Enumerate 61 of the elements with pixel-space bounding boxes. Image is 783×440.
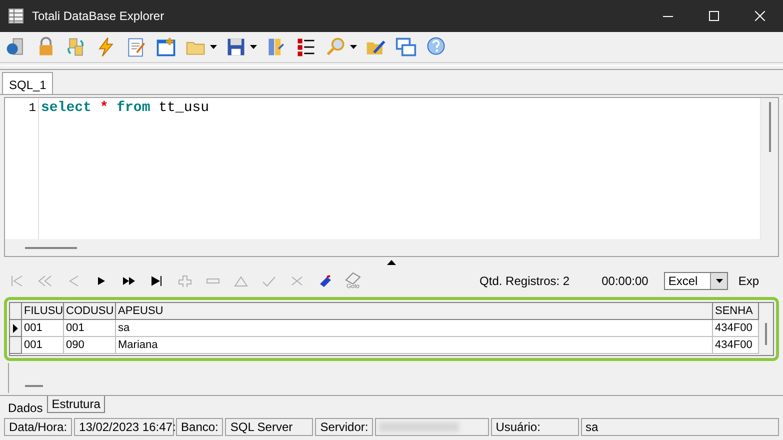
windows-icon bbox=[395, 36, 417, 58]
status-value: SQL Server bbox=[225, 418, 314, 436]
query-tab[interactable]: SQL_1 bbox=[2, 72, 54, 94]
caret-icon bbox=[716, 279, 723, 283]
splitter-arrow-icon[interactable] bbox=[387, 260, 396, 264]
export-label: Exp bbox=[738, 274, 759, 288]
windows-button[interactable] bbox=[394, 35, 418, 59]
app-table-icon bbox=[8, 8, 24, 24]
column-header[interactable]: CODUSU bbox=[64, 303, 116, 320]
first-record-icon bbox=[10, 275, 24, 287]
status-label: Servidor: bbox=[315, 418, 374, 436]
table-cell: Mariana bbox=[116, 337, 713, 354]
prior-page-icon bbox=[38, 275, 52, 287]
search-icon bbox=[325, 36, 347, 58]
post-edit-icon bbox=[262, 275, 276, 287]
status-value: 13/02/2023 16:47: bbox=[74, 418, 174, 436]
export-format-select[interactable]: Excel bbox=[664, 272, 728, 290]
table-cell: 001 bbox=[22, 337, 64, 354]
status-value: sa bbox=[580, 418, 780, 436]
caret-icon bbox=[350, 45, 357, 49]
caret-icon bbox=[250, 45, 257, 49]
sql-editor[interactable]: 1 select * from tt_usu bbox=[4, 97, 779, 257]
status-label: Banco: bbox=[176, 418, 224, 436]
code-token: * bbox=[100, 100, 108, 116]
current-row-icon bbox=[13, 324, 18, 332]
table-cell: 001 bbox=[64, 320, 116, 337]
scroll-thumb[interactable] bbox=[25, 385, 43, 387]
checklist-icon bbox=[295, 36, 317, 58]
column-header[interactable]: APEUSU bbox=[116, 303, 713, 320]
horizontal-scrollbar[interactable] bbox=[5, 239, 761, 256]
code-token: tt_usu bbox=[158, 100, 210, 116]
vertical-scrollbar[interactable] bbox=[760, 98, 778, 256]
column-header[interactable]: FILUSU bbox=[22, 303, 64, 320]
table-cell: 001 bbox=[22, 320, 64, 337]
code-token: select bbox=[41, 100, 92, 116]
caret-icon bbox=[210, 45, 217, 49]
window-title: Totali DataBase Explorer bbox=[32, 9, 166, 23]
notepad-pencil-icon bbox=[125, 36, 147, 58]
status-label: Data/Hora: bbox=[4, 418, 72, 436]
help-icon bbox=[425, 36, 447, 58]
grid-scrollbar[interactable] bbox=[759, 303, 773, 355]
view-tab[interactable]: Estrutura bbox=[46, 396, 106, 413]
cancel-edit-icon bbox=[290, 275, 304, 287]
last-record-icon bbox=[150, 275, 164, 287]
new-window-icon bbox=[155, 36, 177, 58]
table-cell: 090 bbox=[64, 337, 116, 354]
close-icon bbox=[755, 11, 765, 21]
table-cell: sa bbox=[116, 320, 713, 337]
line-number: 1 bbox=[28, 101, 36, 115]
status-label: Usuário: bbox=[490, 418, 579, 436]
maximize-icon bbox=[709, 11, 719, 21]
elapsed-time: 00:00:00 bbox=[602, 274, 648, 288]
save-icon bbox=[225, 36, 247, 58]
new-window-button[interactable] bbox=[154, 35, 178, 59]
column-header[interactable]: SENHA bbox=[713, 303, 759, 320]
record-count: Qtd. Registros: 2 bbox=[480, 274, 570, 288]
row-indicator[interactable] bbox=[10, 320, 22, 337]
next-page-icon bbox=[122, 275, 136, 287]
insert-record-icon bbox=[178, 275, 192, 287]
code-token: from bbox=[116, 100, 150, 116]
edit-record-icon bbox=[234, 275, 248, 287]
